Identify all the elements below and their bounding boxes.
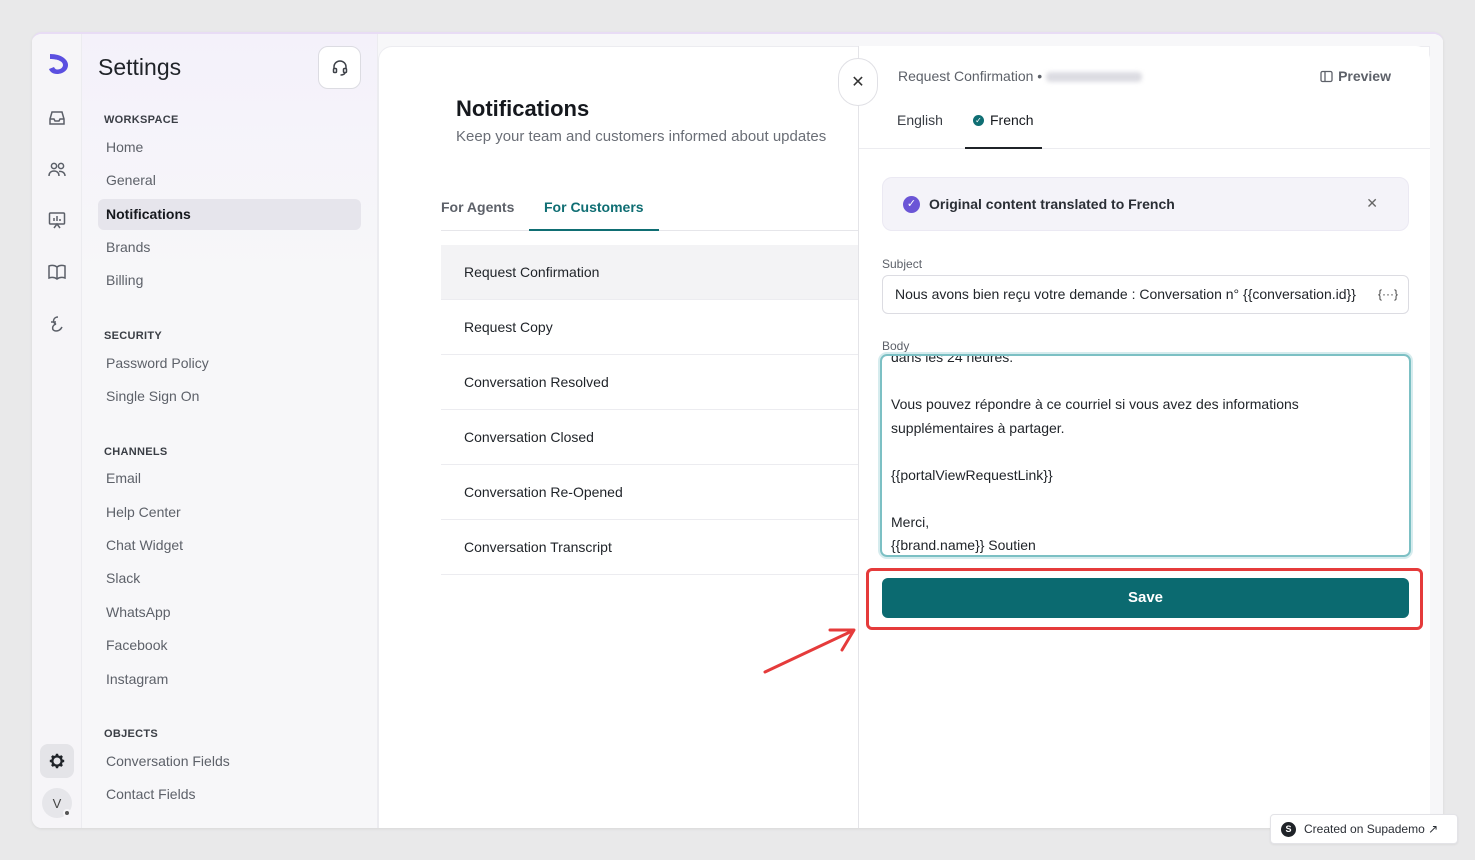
sidebar-item-instagram[interactable]: Instagram <box>98 664 361 695</box>
drawer-title-text: Request Confirmation • <box>898 68 1043 84</box>
sidebar-item-email[interactable]: Email <box>98 463 361 494</box>
settings-gear-icon[interactable] <box>40 744 74 778</box>
sidebar-item-chat-widget[interactable]: Chat Widget <box>98 530 361 561</box>
sidebar-item-single-sign-on[interactable]: Single Sign On <box>98 381 361 412</box>
insert-variable-icon[interactable]: {···} <box>1378 276 1398 313</box>
language-tabs: English ✓ French <box>859 104 1430 149</box>
icon-rail: V <box>32 34 82 828</box>
close-drawer-button[interactable]: ✕ <box>838 58 878 106</box>
check-circle-icon: ✓ <box>973 115 984 126</box>
sidebar-item-general[interactable]: General <box>98 165 361 196</box>
annotation-arrow-icon <box>763 628 856 674</box>
tab-for-customers[interactable]: For Customers <box>529 192 659 231</box>
sidebar-item-slack[interactable]: Slack <box>98 563 361 594</box>
section-workspace: WORKSPACE <box>104 114 179 126</box>
template-editor-drawer: Request Confirmation • Preview English ✓… <box>858 46 1430 828</box>
help-headset-button[interactable] <box>318 46 361 89</box>
status-dot <box>63 809 71 817</box>
body-line: {{portalViewRequestLink}} <box>891 466 1053 483</box>
subject-value: Nous avons bien reçu votre demande : Con… <box>895 286 1356 302</box>
app-window: V Settings WORKSPACE Home General Notifi… <box>32 32 1443 828</box>
body-line <box>891 487 1391 511</box>
sidebar-item-whatsapp[interactable]: WhatsApp <box>98 597 361 628</box>
subject-input[interactable]: Nous avons bien reçu votre demande : Con… <box>882 275 1409 314</box>
sidebar-item-conversation-fields[interactable]: Conversation Fields <box>98 746 361 777</box>
sidebar-title: Settings <box>98 54 182 80</box>
reports-icon[interactable] <box>45 208 69 232</box>
sidebar-item-facebook[interactable]: Facebook <box>98 630 361 661</box>
sidebar-item-home[interactable]: Home <box>98 132 361 163</box>
drawer-title: Request Confirmation • <box>898 68 1143 84</box>
save-highlight-box <box>866 568 1423 630</box>
tab-french-label: French <box>990 112 1034 128</box>
body-line: Vous pouvez répondre à ce courriel si vo… <box>891 396 1299 412</box>
automation-icon[interactable] <box>45 312 69 336</box>
translation-notice: ✓ Original content translated to French … <box>882 177 1409 231</box>
check-circle-icon: ✓ <box>903 196 920 213</box>
avatar[interactable]: V <box>42 788 72 818</box>
notice-text: Original content translated to French <box>929 196 1175 212</box>
body-editor[interactable]: dans les 24 heures. Vous pouvez répondre… <box>880 354 1411 557</box>
section-security: SECURITY <box>104 330 163 342</box>
badge-label: Created on Supademo ↗ <box>1304 822 1439 836</box>
headset-icon <box>332 59 347 76</box>
logo-icon[interactable] <box>44 50 72 78</box>
users-icon[interactable] <box>45 158 69 182</box>
tab-english[interactable]: English <box>897 112 943 149</box>
body-line: Merci, <box>891 513 930 530</box>
supademo-logo-icon: S <box>1281 821 1296 837</box>
preview-label: Preview <box>1338 68 1391 84</box>
supademo-badge[interactable]: S Created on Supademo ↗ <box>1270 814 1458 844</box>
sidebar-item-help-center[interactable]: Help Center <box>98 497 361 528</box>
tab-for-agents[interactable]: For Agents <box>441 192 514 231</box>
list-item-conversation-closed[interactable]: Conversation Closed <box>441 410 859 465</box>
list-item-request-copy[interactable]: Request Copy <box>441 300 859 355</box>
avatar-initial: V <box>52 795 62 811</box>
body-line <box>891 440 1391 464</box>
settings-sidebar: Settings WORKSPACE Home General Notifica… <box>82 34 378 828</box>
main-panel: Notifications Keep your team and custome… <box>378 34 1443 828</box>
body-line: dans les 24 heures. <box>891 354 1014 365</box>
body-label: Body <box>882 339 910 353</box>
sidebar-item-password-policy[interactable]: Password Policy <box>98 348 361 379</box>
sidebar-item-billing[interactable]: Billing <box>98 265 361 296</box>
list-item-conversation-transcript[interactable]: Conversation Transcript <box>441 520 859 575</box>
dismiss-notice-icon[interactable]: ✕ <box>1366 195 1378 212</box>
notification-list: Request Confirmation Request Copy Conver… <box>441 245 859 575</box>
list-item-request-confirmation[interactable]: Request Confirmation <box>441 245 859 300</box>
section-objects: OBJECTS <box>104 728 159 740</box>
sidebar-item-contact-fields[interactable]: Contact Fields <box>98 779 361 810</box>
body-line: {{brand.name}} Soutien <box>891 537 1036 553</box>
preview-panel-icon <box>1320 70 1333 82</box>
preview-button[interactable]: Preview <box>1320 68 1391 84</box>
inbox-icon[interactable] <box>45 106 69 130</box>
redacted-brand <box>1046 72 1143 83</box>
list-item-conversation-reopened[interactable]: Conversation Re-Opened <box>441 465 859 520</box>
body-line: supplémentaires à partager. <box>891 419 1065 436</box>
section-channels: CHANNELS <box>104 446 168 458</box>
audience-tabs: For Agents For Customers <box>441 192 859 231</box>
page-subtitle: Keep your team and customers informed ab… <box>456 128 827 145</box>
sidebar-item-notifications[interactable]: Notifications <box>98 199 361 230</box>
body-text: dans les 24 heures. Vous pouvez répondre… <box>891 354 1391 555</box>
sidebar-item-brands[interactable]: Brands <box>98 232 361 263</box>
close-icon: ✕ <box>851 74 865 91</box>
tab-french[interactable]: ✓ French <box>965 112 1042 149</box>
knowledge-book-icon[interactable] <box>45 260 69 284</box>
subject-label: Subject <box>882 257 923 271</box>
body-line <box>891 370 1391 394</box>
page-title: Notifications <box>456 96 590 121</box>
list-item-conversation-resolved[interactable]: Conversation Resolved <box>441 355 859 410</box>
